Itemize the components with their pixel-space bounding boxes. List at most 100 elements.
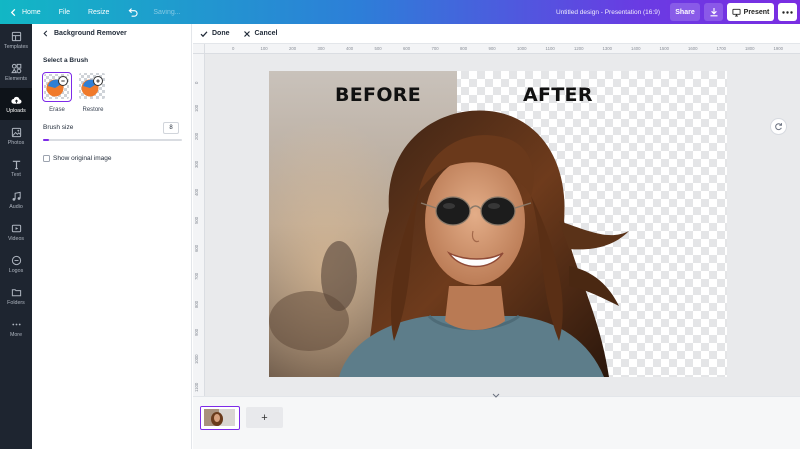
done-button[interactable]: Done	[200, 30, 230, 38]
download-icon	[710, 8, 717, 17]
panel-back-button[interactable]: Background Remover	[42, 30, 127, 37]
logos-icon	[11, 255, 21, 265]
present-icon	[732, 8, 741, 17]
ruler-tick-label: 500	[194, 216, 199, 224]
ruler-tick-label: 1000	[194, 354, 199, 364]
present-label: Present	[743, 8, 770, 16]
ruler-tick-label: 800	[460, 46, 468, 51]
edit-toolbar: Done Cancel	[193, 24, 800, 44]
chevron-down-icon	[492, 393, 500, 398]
panel-title: Background Remover	[54, 30, 127, 37]
plus-icon: +	[261, 411, 268, 424]
slide-canvas[interactable]: BEFORE AFTER	[269, 71, 727, 377]
save-status: Saving...	[153, 8, 181, 16]
rail-item-uploads[interactable]: Uploads	[0, 88, 32, 120]
back-button[interactable]	[0, 0, 22, 24]
ruler-tick-label: 1500	[659, 46, 670, 51]
more-options-button[interactable]	[778, 3, 797, 21]
rail-label: Elements	[4, 75, 28, 82]
undo-icon	[128, 7, 138, 17]
erase-brush-icon	[44, 74, 69, 99]
ruler-tick-label: 1600	[688, 46, 698, 51]
home-link[interactable]: Home	[22, 0, 50, 24]
templates-icon	[11, 31, 21, 41]
document-title[interactable]: Untitled design - Presentation (16:9)	[556, 0, 660, 24]
brush-size-input[interactable]: 8	[163, 122, 179, 134]
background-remover-panel: Background Remover Select a Brush Erase …	[32, 24, 192, 449]
ruler-tick-label: 1800	[745, 46, 755, 51]
resize-menu[interactable]: Resize	[79, 0, 118, 24]
ruler-tick-label: 800	[194, 300, 199, 308]
rail-item-text[interactable]: Text	[0, 152, 32, 184]
rotate-button[interactable]	[770, 118, 787, 135]
brush-section-title: Select a Brush	[43, 57, 89, 64]
brush-size-slider[interactable]	[43, 139, 182, 141]
ruler-tick-label: 100	[260, 46, 268, 51]
more-icon	[11, 323, 21, 325]
cancel-button[interactable]: Cancel	[243, 30, 277, 38]
ruler-tick-label: 500	[374, 46, 382, 51]
close-icon	[243, 30, 250, 37]
undo-button[interactable]	[118, 0, 147, 24]
rail-item-templates[interactable]: Templates	[0, 24, 32, 56]
rail-item-photos[interactable]: Photos	[0, 120, 32, 152]
photos-icon	[11, 127, 21, 137]
ruler-tick-label: 1900	[773, 46, 784, 51]
brush-size-slider-fill	[43, 139, 49, 141]
ruler-tick-label: 700	[431, 46, 439, 51]
brush-size-label: Brush size	[43, 124, 74, 131]
erase-label: Erase	[49, 107, 65, 113]
page-filmstrip: +	[193, 393, 800, 449]
rail-item-elements[interactable]: Elements	[0, 56, 32, 88]
ruler-tick-label: 1000	[517, 46, 527, 51]
rail-item-folders[interactable]: Folders	[0, 280, 32, 312]
done-label: Done	[212, 30, 230, 37]
ruler-tick-label: 300	[317, 46, 325, 51]
ruler-tick-label: 0	[194, 81, 199, 84]
check-icon	[200, 30, 208, 37]
rail-label: Uploads	[6, 107, 26, 114]
rail-label: Text	[11, 171, 21, 178]
text-icon	[12, 160, 20, 169]
rail-item-logos[interactable]: Logos	[0, 248, 32, 280]
chevron-left-icon	[10, 8, 16, 16]
ruler-tick-label: 1100	[194, 382, 199, 392]
audio-icon	[12, 191, 21, 201]
rail-label: Photos	[7, 139, 25, 146]
horizontal-ruler: 0 100 200 300 400 500 600 700 800 900 1000 1100 1200…	[205, 44, 800, 54]
thumbnail-image	[201, 407, 238, 428]
ruler-tick-label: 300	[194, 160, 199, 168]
uploads-icon	[10, 96, 21, 104]
show-original-checkbox[interactable]	[43, 155, 50, 162]
rail-label: More	[9, 331, 23, 338]
erase-brush-button[interactable]	[42, 72, 72, 102]
file-menu[interactable]: File	[50, 0, 79, 24]
restore-brush-icon	[79, 73, 105, 99]
rail-item-videos[interactable]: Videos	[0, 216, 32, 248]
rail-item-audio[interactable]: Audio	[0, 184, 32, 216]
videos-icon	[11, 224, 21, 232]
ruler-tick-label: 1200	[574, 46, 584, 51]
download-button[interactable]	[704, 3, 723, 21]
rail-label: Audio	[9, 203, 23, 210]
left-rail: Templates Elements Uploads Photos Text A…	[0, 24, 32, 449]
elements-icon	[10, 63, 21, 73]
ruler-tick-label: 1700	[716, 46, 727, 51]
ruler-tick-label: 600	[194, 244, 199, 252]
ruler-corner	[193, 44, 205, 54]
present-button[interactable]: Present	[727, 3, 774, 21]
rail-item-more[interactable]: More	[0, 312, 32, 344]
ruler-tick-label: 0	[232, 46, 235, 51]
ruler-tick-label: 600	[403, 46, 411, 51]
share-button[interactable]: Share	[670, 3, 700, 21]
collapse-filmstrip-button[interactable]	[490, 393, 502, 399]
restore-brush-button[interactable]	[78, 72, 108, 102]
rail-label: Templates	[3, 43, 29, 50]
chevron-left-icon	[43, 30, 48, 37]
add-page-button[interactable]: +	[246, 407, 283, 428]
page-thumbnail[interactable]	[200, 406, 240, 430]
rotate-icon	[775, 123, 782, 131]
ruler-tick-label: 400	[346, 46, 354, 51]
ruler-tick-label: 900	[194, 328, 199, 336]
ruler-tick-label: 900	[488, 46, 496, 51]
